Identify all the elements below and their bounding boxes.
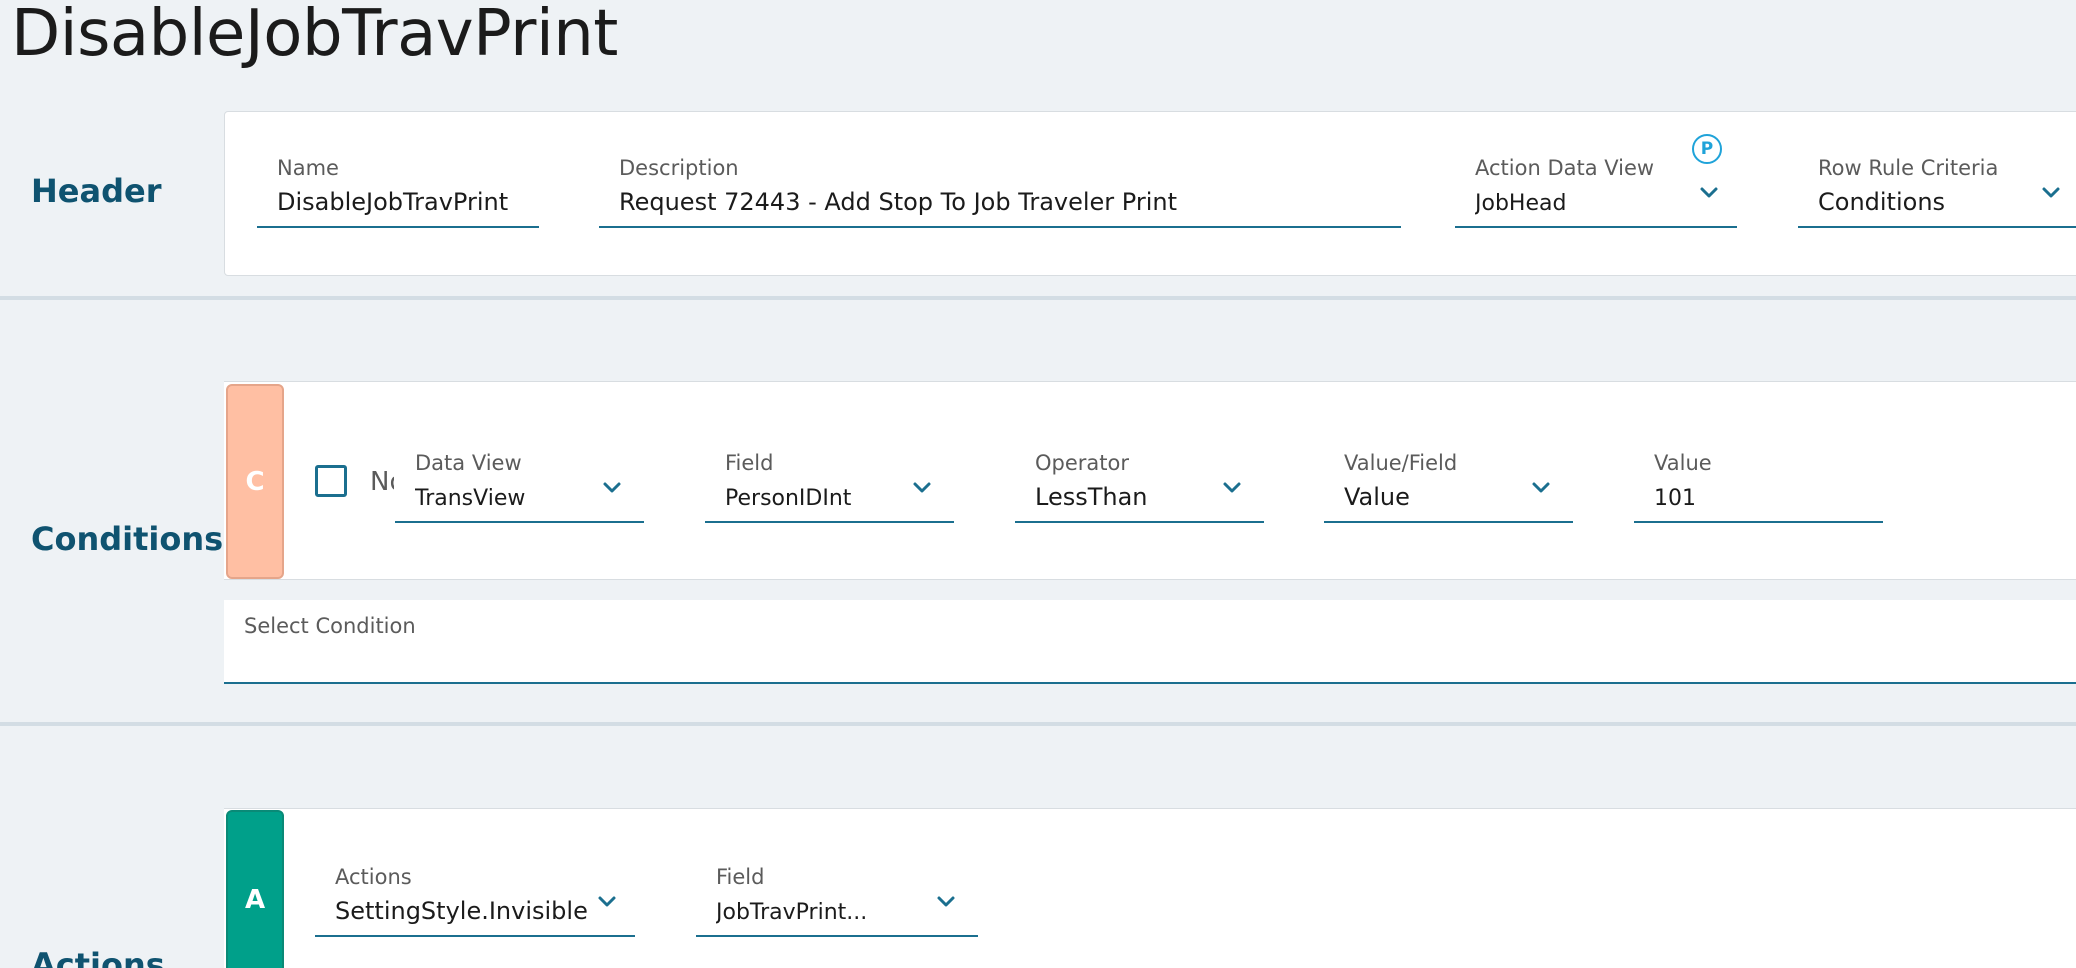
- select-condition-label: Select Condition: [244, 614, 416, 638]
- name-underline: [257, 226, 539, 228]
- chevron-down-icon[interactable]: [2039, 180, 2063, 204]
- not-label: Not: [370, 467, 394, 497]
- condition-value-input[interactable]: Value 101: [1634, 451, 1883, 523]
- action-data-view-label: Action Data View: [1475, 156, 1655, 180]
- row-rule-criteria-value: Conditions: [1818, 188, 1946, 216]
- condition-operator-underline: [1015, 521, 1264, 523]
- section-label-header: Header: [31, 172, 162, 210]
- condition-data-view-label: Data View: [415, 451, 522, 475]
- p-badge-icon[interactable]: P: [1692, 134, 1722, 164]
- action-data-view-select[interactable]: Action Data View JobHead: [1455, 156, 1737, 228]
- action-type-underline: [315, 935, 635, 937]
- description-label: Description: [619, 156, 739, 180]
- action-type-label: Actions: [335, 865, 412, 889]
- chevron-down-icon[interactable]: [1220, 475, 1244, 499]
- action-type-select[interactable]: Actions SettingStyle.Invisible: [315, 865, 635, 937]
- condition-data-view-underline: [395, 521, 644, 523]
- row-rule-criteria-select[interactable]: Row Rule Criteria Conditions: [1798, 156, 2076, 228]
- condition-value-label: Value: [1654, 451, 1712, 475]
- action-field-label: Field: [716, 865, 765, 889]
- condition-field-label: Field: [725, 451, 774, 475]
- chevron-down-icon[interactable]: [1697, 180, 1721, 204]
- condition-data-view-select[interactable]: Data View TransView: [395, 451, 644, 523]
- chevron-down-icon[interactable]: [600, 475, 624, 499]
- name-value: DisableJobTravPrint: [277, 188, 509, 216]
- condition-card: C Not Data View TransView Field PersonID…: [224, 381, 2076, 580]
- page-title: DisableJobTravPrint: [11, 0, 618, 71]
- section-label-conditions: Conditions: [31, 520, 224, 558]
- condition-operator-value: LessThan: [1035, 483, 1148, 511]
- condition-operator-select[interactable]: Operator LessThan: [1015, 451, 1264, 523]
- condition-value-value: 101: [1654, 486, 1696, 511]
- action-type-value: SettingStyle.Invisible: [335, 897, 588, 925]
- name-field[interactable]: Name DisableJobTravPrint: [257, 156, 539, 228]
- condition-field-underline: [705, 521, 954, 523]
- condition-field-value: PersonIDInt: [725, 486, 852, 511]
- action-data-view-underline: [1455, 226, 1737, 228]
- condition-data-view-value: TransView: [415, 486, 526, 511]
- action-data-view-value: JobHead: [1475, 191, 1567, 216]
- section-divider: [0, 722, 2076, 726]
- select-condition-input[interactable]: Select Condition: [224, 600, 2076, 684]
- condition-tag: C: [226, 384, 284, 579]
- action-field-underline: [696, 935, 978, 937]
- condition-value-field-value: Value: [1344, 483, 1410, 511]
- condition-value-field-select[interactable]: Value/Field Value: [1324, 451, 1573, 523]
- action-tag: A: [226, 810, 284, 968]
- name-label: Name: [277, 156, 339, 180]
- rule-editor-page: DisableJobTravPrint Header Name DisableJ…: [0, 0, 2076, 968]
- section-label-actions: Actions: [31, 946, 165, 968]
- condition-field-select[interactable]: Field PersonIDInt: [705, 451, 954, 523]
- not-checkbox[interactable]: [315, 465, 347, 497]
- section-divider: [0, 296, 2076, 300]
- chevron-down-icon[interactable]: [595, 889, 619, 913]
- condition-value-field-underline: [1324, 521, 1573, 523]
- action-card: A Actions SettingStyle.Invisible Field J…: [224, 808, 2076, 968]
- description-value: Request 72443 - Add Stop To Job Traveler…: [619, 188, 1177, 216]
- condition-value-underline: [1634, 521, 1883, 523]
- action-field-select[interactable]: Field JobTravPrint...: [696, 865, 978, 937]
- row-rule-criteria-label: Row Rule Criteria: [1818, 156, 1999, 180]
- chevron-down-icon[interactable]: [910, 475, 934, 499]
- condition-value-field-label: Value/Field: [1344, 451, 1458, 475]
- condition-operator-label: Operator: [1035, 451, 1129, 475]
- description-underline: [599, 226, 1401, 228]
- chevron-down-icon[interactable]: [1529, 475, 1553, 499]
- action-field-value: JobTravPrint...: [716, 900, 868, 925]
- header-card: Name DisableJobTravPrint Description Req…: [224, 111, 2076, 276]
- chevron-down-icon[interactable]: [934, 889, 958, 913]
- row-rule-criteria-underline: [1798, 226, 2076, 228]
- description-field[interactable]: Description Request 72443 - Add Stop To …: [599, 156, 1401, 228]
